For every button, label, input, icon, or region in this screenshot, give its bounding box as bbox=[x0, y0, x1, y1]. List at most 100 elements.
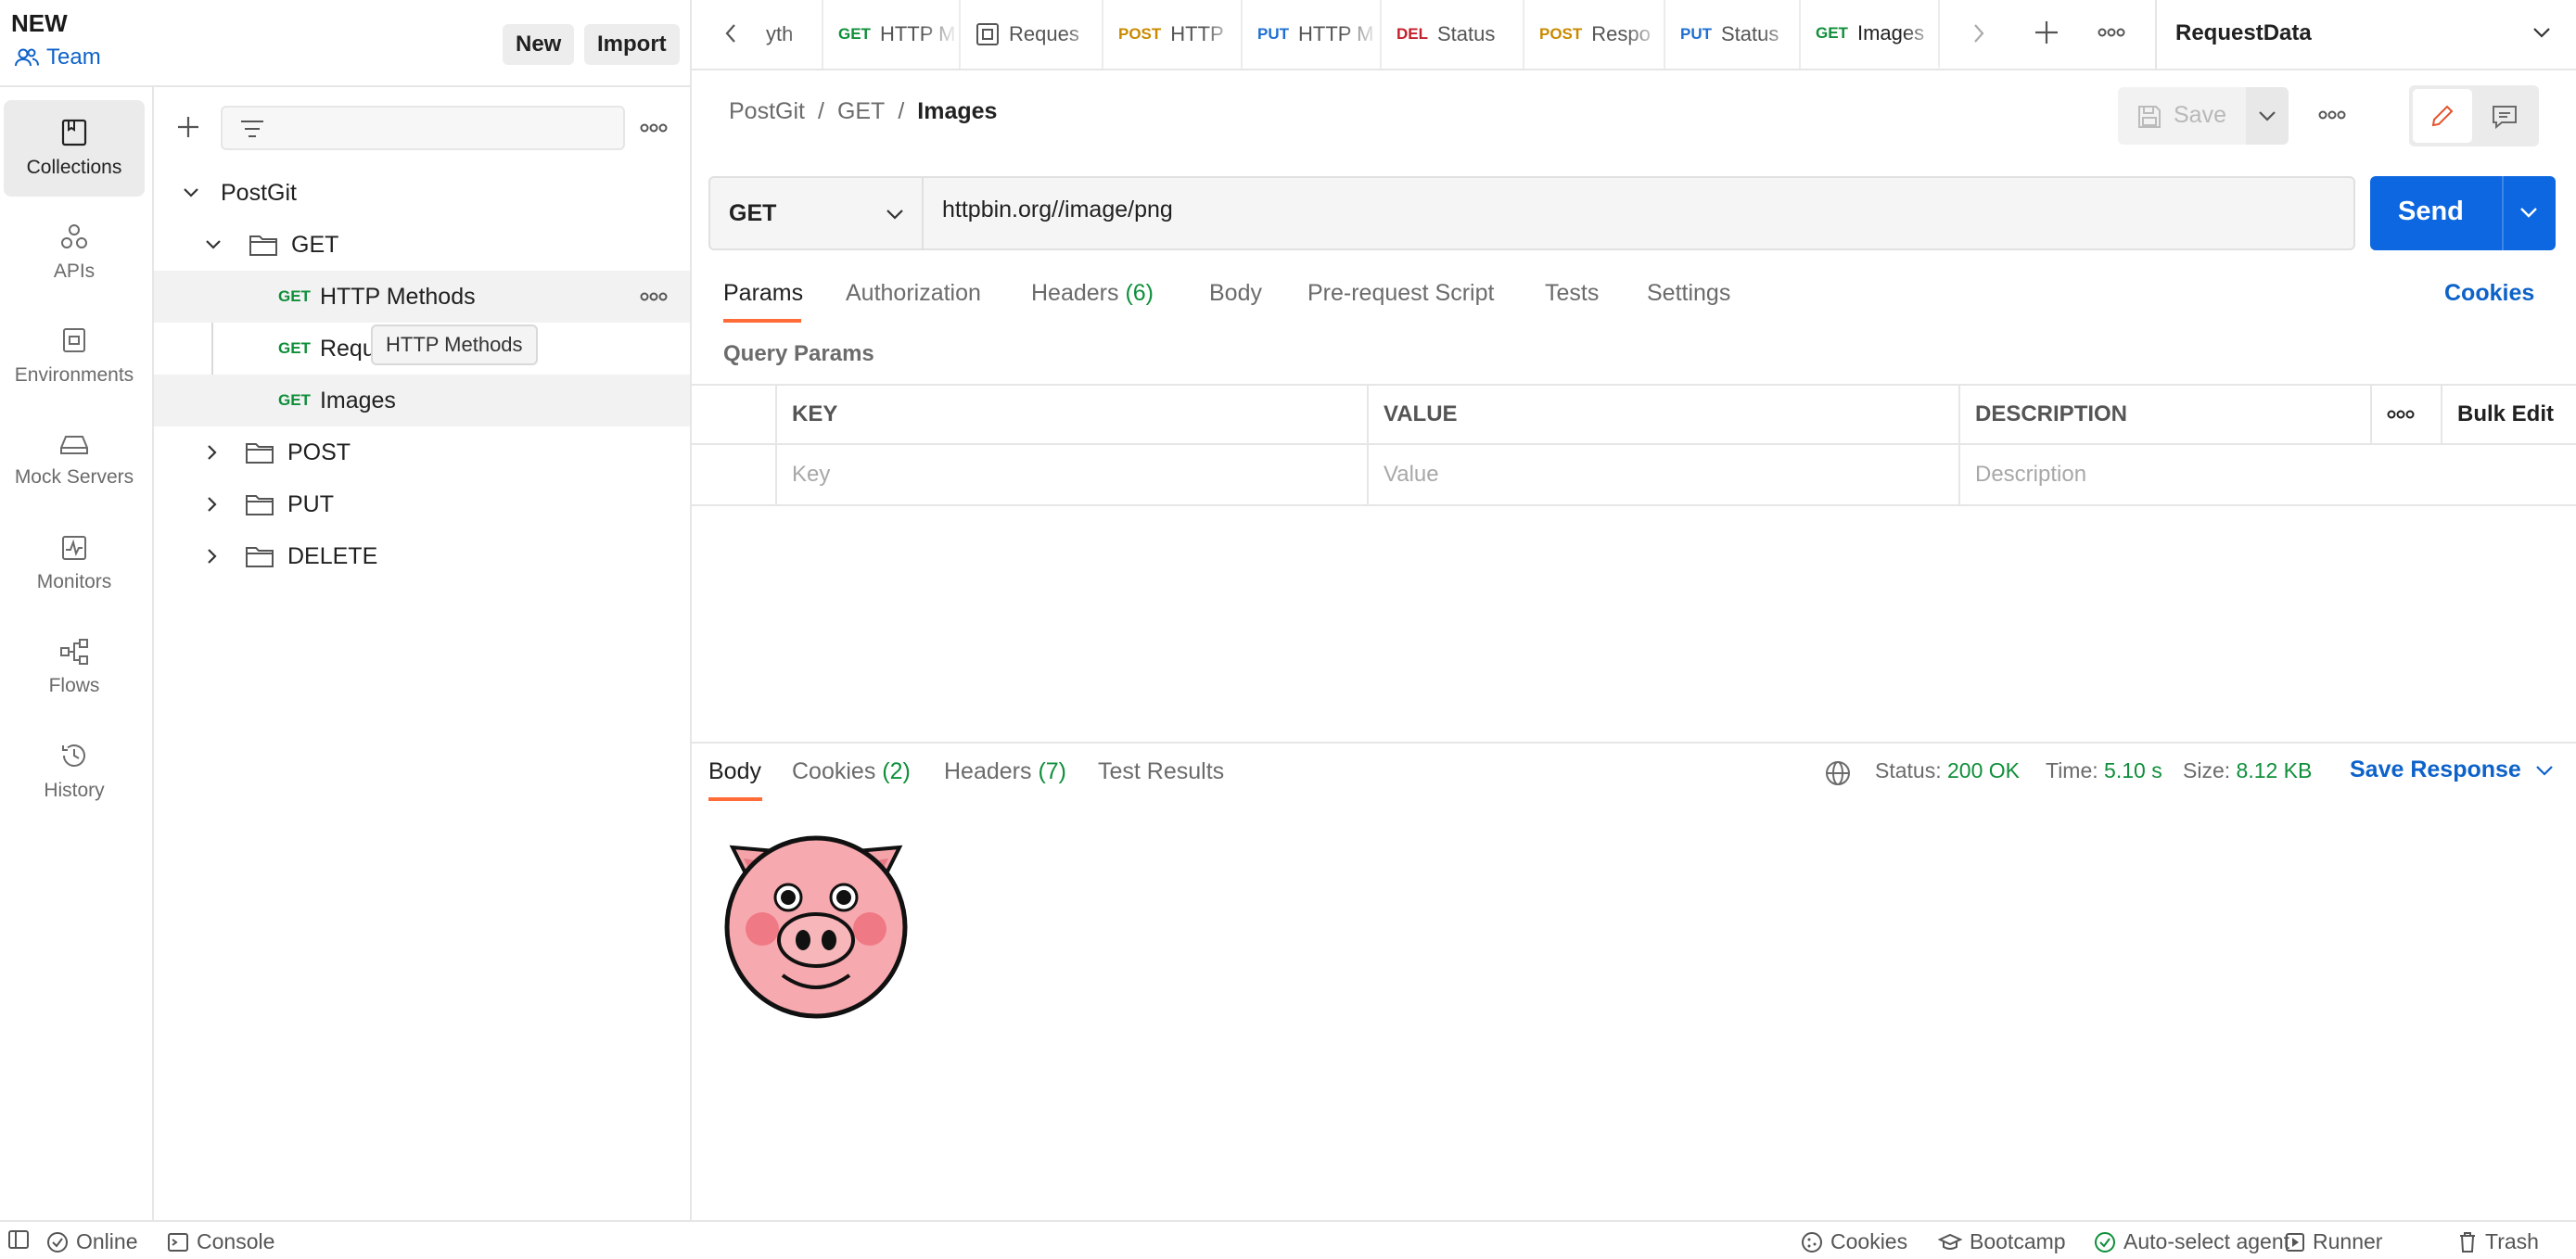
tab-pre-request-script[interactable]: Pre-request Script bbox=[1307, 280, 1494, 307]
response-time[interactable]: Time: 5.10 s bbox=[2046, 758, 2162, 783]
rail-label: Collections bbox=[26, 157, 122, 178]
new-button[interactable]: New bbox=[503, 24, 575, 65]
chevron-down-icon bbox=[2259, 111, 2276, 121]
tree-collection-postgit[interactable]: PostGit bbox=[154, 167, 690, 219]
rail-history[interactable]: History bbox=[4, 723, 145, 820]
runner-icon bbox=[2286, 1232, 2304, 1252]
tab-tests[interactable]: Tests bbox=[1545, 280, 1599, 307]
param-key-input[interactable]: Key bbox=[777, 445, 1369, 506]
console-button[interactable]: Console bbox=[167, 1229, 274, 1254]
chevron-down-icon[interactable] bbox=[2519, 206, 2539, 219]
tab-method: DEL bbox=[1396, 25, 1428, 43]
trash-icon bbox=[2460, 1231, 2475, 1253]
tab-get-images[interactable]: GET Images bbox=[1801, 0, 1940, 69]
add-collection-icon[interactable] bbox=[174, 113, 202, 141]
rail-monitors[interactable]: Monitors bbox=[4, 515, 145, 612]
send-label: Send bbox=[2398, 197, 2464, 226]
more-options-icon bbox=[2387, 410, 2415, 419]
online-status[interactable]: Online bbox=[46, 1229, 137, 1254]
tabs-more-icon[interactable] bbox=[2098, 27, 2125, 38]
view-mode-toggle bbox=[2409, 85, 2539, 146]
tree-request-images[interactable]: GET Images bbox=[154, 375, 690, 426]
rail-environments[interactable]: Environments bbox=[4, 308, 145, 404]
workspace-title[interactable]: NEW bbox=[11, 9, 68, 38]
rail-apis[interactable]: APIs bbox=[4, 204, 145, 300]
bootcamp-icon bbox=[1938, 1233, 1962, 1250]
response-status[interactable]: Status: 200 OK bbox=[1875, 758, 2020, 783]
new-tab-icon[interactable] bbox=[2033, 19, 2060, 46]
tab-request[interactable]: Reques bbox=[961, 0, 1103, 69]
col-key: KEY bbox=[777, 384, 1369, 445]
tab-post-response[interactable]: POST Respo bbox=[1524, 0, 1665, 69]
comments-icon[interactable] bbox=[2491, 104, 2519, 130]
response-tab-body[interactable]: Body bbox=[708, 758, 761, 785]
tab-yth[interactable]: yth bbox=[751, 0, 823, 69]
request-more-options-icon[interactable] bbox=[2318, 109, 2346, 121]
tree-folder-delete[interactable]: DELETE bbox=[154, 530, 690, 582]
import-button[interactable]: Import bbox=[584, 24, 680, 65]
console-icon bbox=[168, 1232, 188, 1252]
rail-label: Flows bbox=[48, 675, 100, 696]
globe-icon[interactable] bbox=[1825, 760, 1851, 786]
rail-collections[interactable]: Collections bbox=[4, 100, 145, 197]
rail-label: Monitors bbox=[36, 571, 112, 592]
more-options-icon[interactable] bbox=[640, 122, 668, 134]
tab-get-http-methods[interactable]: GET HTTP M bbox=[823, 0, 961, 69]
method-select[interactable]: GET bbox=[710, 178, 924, 248]
monitors-icon bbox=[62, 536, 86, 560]
bootcamp-button[interactable]: Bootcamp bbox=[1938, 1229, 2066, 1254]
tab-method: GET bbox=[838, 25, 871, 43]
tabs-scroll-right-icon[interactable] bbox=[1971, 22, 1986, 45]
rail-mock-servers[interactable]: Mock Servers bbox=[4, 412, 145, 508]
response-tab-cookies[interactable]: Cookies (2) bbox=[792, 758, 911, 785]
tab-del-status[interactable]: DEL Status bbox=[1382, 0, 1524, 69]
folder-icon bbox=[246, 495, 274, 515]
rail-flows[interactable]: Flows bbox=[4, 619, 145, 716]
tabs-scroll-left-icon[interactable] bbox=[723, 22, 738, 45]
history-icon bbox=[62, 744, 85, 767]
tree-request-http-methods[interactable]: GET HTTP Methods bbox=[154, 271, 690, 323]
folder-icon bbox=[249, 235, 277, 256]
cookies-link[interactable]: Cookies bbox=[2444, 280, 2534, 307]
apis-icon bbox=[61, 224, 87, 248]
response-tab-headers[interactable]: Headers (7) bbox=[944, 758, 1066, 785]
tab-settings[interactable]: Settings bbox=[1647, 280, 1730, 307]
param-description-input[interactable]: Description bbox=[1960, 445, 2576, 506]
tree-folder-get[interactable]: GET bbox=[154, 219, 690, 271]
breadcrumb-folder[interactable]: GET bbox=[837, 98, 885, 125]
environment-selector[interactable]: RequestData bbox=[2157, 0, 2576, 69]
response-divider[interactable] bbox=[692, 742, 2576, 744]
trash-button[interactable]: Trash bbox=[2457, 1229, 2539, 1254]
tab-post-http[interactable]: POST HTTP bbox=[1103, 0, 1243, 69]
folder-name: GET bbox=[291, 231, 339, 258]
response-size[interactable]: Size: 8.12 KB bbox=[2183, 758, 2312, 783]
tab-put-status[interactable]: PUT Status bbox=[1665, 0, 1801, 69]
tab-authorization[interactable]: Authorization bbox=[846, 280, 981, 307]
breadcrumb-collection[interactable]: PostGit bbox=[729, 98, 805, 125]
request-more-icon[interactable] bbox=[640, 291, 668, 302]
tab-body[interactable]: Body bbox=[1209, 280, 1262, 307]
response-tab-test-results[interactable]: Test Results bbox=[1098, 758, 1224, 785]
send-button[interactable]: Send bbox=[2370, 176, 2556, 250]
url-input[interactable]: httpbin.org//image/png bbox=[942, 197, 1173, 223]
tab-params[interactable]: Params bbox=[723, 280, 803, 307]
toggle-sidebar-button[interactable] bbox=[7, 1229, 30, 1250]
table-more-button[interactable] bbox=[2372, 384, 2442, 445]
param-value-input[interactable]: Value bbox=[1369, 445, 1960, 506]
team-link[interactable]: Team bbox=[15, 45, 101, 70]
edit-mode-button[interactable] bbox=[2413, 89, 2472, 143]
tab-put-http-methods[interactable]: PUT HTTP M bbox=[1243, 0, 1382, 69]
breadcrumb-request[interactable]: Images bbox=[917, 98, 997, 125]
auto-select-agent-button[interactable]: Auto-select agent bbox=[2094, 1229, 2289, 1254]
tab-headers[interactable]: Headers (6) bbox=[1031, 280, 1154, 307]
runner-button[interactable]: Runner bbox=[2285, 1229, 2382, 1254]
save-response-button[interactable]: Save Response bbox=[2350, 757, 2555, 783]
tree-folder-put[interactable]: PUT bbox=[154, 478, 690, 530]
chevron-down-icon bbox=[2536, 765, 2553, 776]
cookies-button[interactable]: Cookies bbox=[1801, 1229, 1907, 1254]
save-options-button[interactable] bbox=[2246, 87, 2289, 145]
tree-folder-post[interactable]: POST bbox=[154, 426, 690, 478]
bulk-edit-button[interactable]: Bulk Edit bbox=[2442, 384, 2576, 445]
filter-input[interactable] bbox=[221, 106, 625, 150]
team-label: Team bbox=[46, 45, 101, 70]
